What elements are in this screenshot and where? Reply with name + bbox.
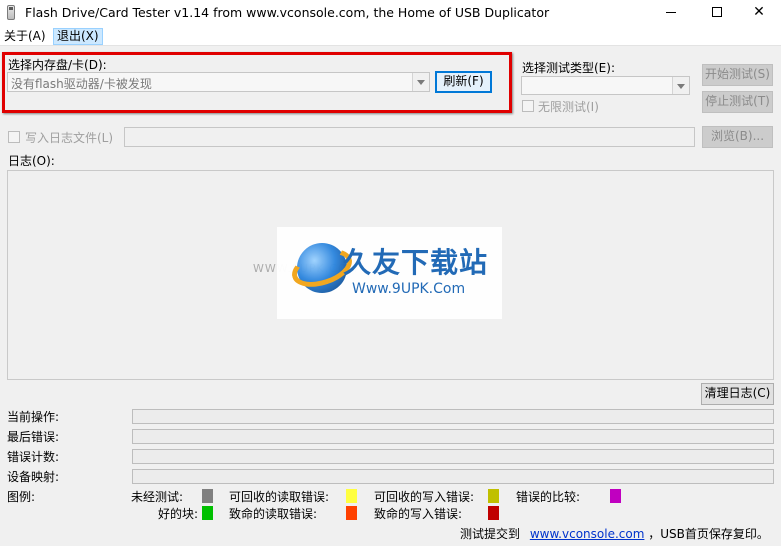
title-bar: Flash Drive/Card Tester v1.14 from www.v… — [0, 0, 781, 26]
last-error-field — [132, 429, 774, 444]
device-map-field — [132, 469, 774, 484]
legend-good-label: 好的块: — [158, 507, 199, 521]
error-count-field — [132, 449, 774, 464]
maximize-icon — [712, 7, 722, 17]
last-error-label: 最后错误: — [7, 430, 60, 444]
legend-fatal-write-label: 致命的写入错误: — [374, 507, 463, 521]
stop-test-button[interactable]: 停止测试(T) — [702, 91, 773, 113]
legend-recoverable-write-swatch — [488, 489, 499, 503]
log-path-field[interactable] — [124, 127, 695, 147]
legend-fatal-write-swatch — [488, 506, 499, 520]
clear-log-button[interactable]: 清理日志(C) — [701, 383, 774, 405]
error-count-label: 错误计数: — [7, 450, 60, 464]
legend-compare-swatch — [610, 489, 621, 503]
legend-recoverable-read-label: 可回收的读取错误: — [229, 490, 330, 504]
current-op-field — [132, 409, 774, 424]
current-op-label: 当前操作: — [7, 410, 60, 424]
watermark-logo: 久友下载站 Www.9UPK.Com — [277, 227, 502, 319]
browse-button[interactable]: 浏览(B)... — [702, 126, 773, 148]
window-title: Flash Drive/Card Tester v1.14 from www.v… — [25, 5, 550, 20]
legend-fatal-read-label: 致命的读取错误: — [229, 507, 318, 521]
chevron-down-icon[interactable] — [672, 77, 689, 94]
legend-compare-label: 错误的比较: — [516, 490, 581, 504]
close-icon: ✕ — [753, 4, 765, 20]
footer-suffix: ，USB首页保存复印。 — [648, 527, 769, 541]
legend-untested-label: 未经测试: — [131, 490, 184, 504]
usb-drive-icon — [7, 5, 15, 20]
device-map-label: 设备映射: — [7, 470, 60, 484]
watermark-title: 久友下载站 — [343, 246, 489, 279]
infinite-test-checkbox[interactable] — [522, 100, 534, 112]
legend-fatal-read-swatch — [346, 506, 357, 520]
vconsole-link[interactable]: www.vconsole.com — [530, 527, 645, 541]
legend-untested-swatch — [202, 489, 213, 503]
legend-recoverable-write-label: 可回收的写入错误: — [374, 490, 475, 504]
legend-good-swatch — [202, 506, 213, 520]
menu-bar: 关于(A) 退出(X) — [0, 26, 781, 46]
highlight-box — [2, 52, 512, 113]
footer-text: 测试提交到 www.vconsole.com ，USB首页保存复印。 — [460, 525, 769, 542]
watermark-url: Www.9UPK.Com — [352, 281, 466, 297]
close-button[interactable]: ✕ — [736, 0, 781, 26]
test-type-combo[interactable] — [521, 76, 690, 95]
write-log-label: 写入日志文件(L) — [25, 131, 114, 145]
footer-prefix: 测试提交到 — [460, 527, 521, 541]
log-label: 日志(O): — [8, 154, 55, 168]
infinite-test-label: 无限测试(I) — [538, 100, 599, 114]
start-test-button[interactable]: 开始测试(S) — [702, 64, 773, 86]
legend-label: 图例: — [7, 490, 36, 504]
minimize-button[interactable] — [648, 0, 694, 26]
write-log-checkbox[interactable] — [8, 131, 20, 143]
menu-exit[interactable]: 退出(X) — [53, 28, 103, 45]
test-type-label: 选择测试类型(E): — [522, 61, 615, 75]
legend-recoverable-read-swatch — [346, 489, 357, 503]
menu-about[interactable]: 关于(A) — [1, 28, 49, 45]
minimize-icon — [666, 11, 676, 13]
maximize-button[interactable] — [694, 0, 740, 26]
